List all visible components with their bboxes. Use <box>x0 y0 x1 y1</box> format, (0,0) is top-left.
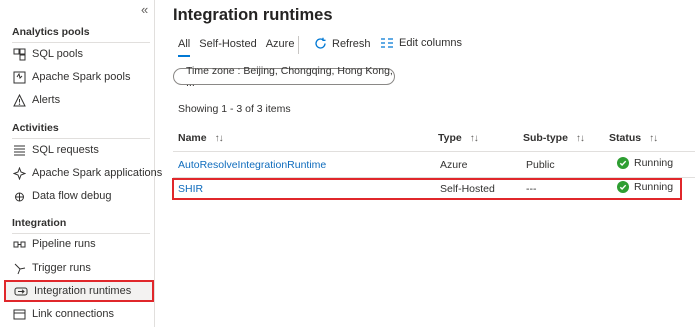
section-activities: Activities <box>12 122 59 134</box>
sql-pool-icon <box>12 47 26 61</box>
sort-icon[interactable]: ↑↓ <box>576 133 585 144</box>
running-check-icon <box>617 157 629 169</box>
runtime-subtype: Public <box>526 159 555 171</box>
sidebar-item-link-connections[interactable]: Link connections <box>12 304 114 324</box>
sort-icon[interactable]: ↑↓ <box>215 133 224 144</box>
sidebar-item-apache-spark-pools[interactable]: Apache Spark pools <box>12 67 130 87</box>
running-check-icon <box>617 181 629 193</box>
items-count: Showing 1 - 3 of 3 items <box>178 103 291 115</box>
spark-app-icon <box>12 166 26 180</box>
section-analytics-pools: Analytics pools <box>12 26 90 38</box>
edit-columns-icon <box>380 37 394 49</box>
status-text: Running <box>634 157 674 169</box>
table-row-highlight[interactable] <box>172 178 682 200</box>
list-icon <box>12 143 26 157</box>
active-tab-indicator <box>178 55 190 57</box>
edit-columns-button[interactable]: Edit columns <box>380 37 462 49</box>
runtime-name-link[interactable]: AutoResolveIntegrationRuntime <box>178 159 326 171</box>
status-badge: Running <box>617 157 673 169</box>
sort-icon[interactable]: ↑↓ <box>649 133 658 144</box>
sidebar-item-label: Trigger runs <box>32 262 91 274</box>
sidebar-item-label: SQL pools <box>32 48 83 60</box>
column-header-name[interactable]: Name ↑↓ <box>178 132 224 144</box>
sidebar-item-label: Apache Spark pools <box>32 71 131 83</box>
sidebar-item-label: Data flow debug <box>32 190 112 202</box>
sidebar-item-label: Integration runtimes <box>34 285 132 297</box>
column-header-label: Sub-type <box>523 132 568 144</box>
sidebar-item-pipeline-runs[interactable]: Pipeline runs <box>12 234 96 254</box>
pipeline-icon <box>12 237 26 251</box>
runtime-subtype: --- <box>526 183 537 195</box>
edit-columns-label: Edit columns <box>399 37 462 49</box>
column-header-label: Name <box>178 132 207 144</box>
runtime-type: Self-Hosted <box>440 183 495 195</box>
sidebar-item-sql-requests[interactable]: SQL requests <box>12 140 99 160</box>
sidebar-item-alerts[interactable]: Alerts <box>12 90 60 110</box>
refresh-icon <box>314 37 327 50</box>
page-title: Integration runtimes <box>173 6 333 24</box>
link-icon <box>12 307 26 321</box>
header-divider <box>173 151 695 152</box>
column-header-subtype[interactable]: Sub-type ↑↓ <box>523 132 585 144</box>
sidebar-item-apache-spark-applications[interactable]: Apache Spark applications <box>12 163 162 183</box>
runtime-type: Azure <box>440 159 468 171</box>
alert-icon <box>12 93 26 107</box>
time-zone-filter[interactable]: Time zone : Beijing, Chongqing, Hong Kon… <box>173 65 395 89</box>
runtime-name-link[interactable]: SHIR <box>178 183 203 195</box>
sidebar-item-sql-pools[interactable]: SQL pools <box>12 44 83 64</box>
sort-icon[interactable]: ↑↓ <box>470 133 479 144</box>
refresh-button[interactable]: Refresh <box>314 37 371 50</box>
tab-all[interactable]: All <box>178 38 190 50</box>
debug-icon <box>12 189 26 203</box>
sidebar-item-trigger-runs[interactable]: Trigger runs <box>12 258 91 278</box>
sidebar-item-label: Pipeline runs <box>32 238 96 250</box>
section-integration: Integration <box>12 217 67 229</box>
sidebar-item-label: Alerts <box>32 94 61 106</box>
runtime-icon <box>14 284 28 298</box>
column-header-label: Status <box>609 132 642 144</box>
sidebar-item-data-flow-debug[interactable]: Data flow debug <box>12 186 112 206</box>
sidebar-item-integration-runtimes[interactable]: Integration runtimes <box>4 280 154 302</box>
collapse-sidebar-button[interactable]: « <box>141 2 148 17</box>
status-badge: Running <box>617 181 673 193</box>
tab-self-hosted[interactable]: Self-Hosted <box>199 38 256 50</box>
sidebar-item-label: Apache Spark applications <box>32 167 163 179</box>
column-header-status[interactable]: Status ↑↓ <box>609 132 658 144</box>
main-panel: Integration runtimes All Self-Hosted Azu… <box>156 0 700 327</box>
filter-tabs: All Self-Hosted Azure <box>178 38 303 50</box>
tab-azure[interactable]: Azure <box>266 38 295 50</box>
status-text: Running <box>634 181 674 193</box>
trigger-icon <box>12 261 26 275</box>
section-divider <box>12 42 150 43</box>
column-header-type[interactable]: Type ↑↓ <box>438 132 479 144</box>
sidebar-item-label: Link connections <box>32 308 114 320</box>
toolbar-divider <box>298 36 299 54</box>
spark-pool-icon <box>12 70 26 84</box>
section-divider <box>12 138 150 139</box>
sidebar: « Analytics pools SQL pools Apache Spark… <box>0 0 162 327</box>
column-header-label: Type <box>438 132 462 144</box>
refresh-label: Refresh <box>332 37 371 50</box>
sidebar-item-label: SQL requests <box>32 144 99 156</box>
time-zone-label: Time zone : Beijing, Chongqing, Hong Kon… <box>186 64 393 89</box>
